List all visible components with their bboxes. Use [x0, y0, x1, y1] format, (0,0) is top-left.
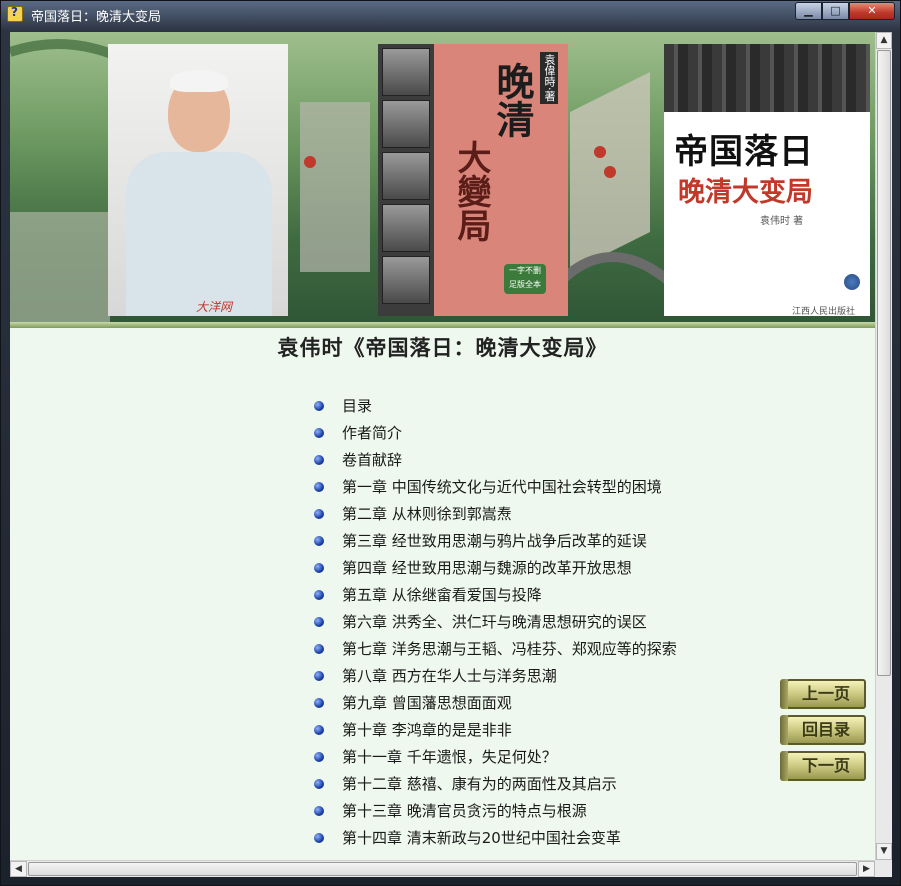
scroll-right-arrow-icon[interactable]: ▶: [858, 861, 875, 877]
book2-subtitle: 晚清大变局: [678, 177, 813, 208]
bullet-icon: [314, 481, 324, 492]
portrait-image: [382, 152, 430, 200]
next-page-button[interactable]: 下一页: [780, 751, 866, 781]
title-bar[interactable]: 帝国落日：晚清大变局 ▁ □ ✕: [1, 1, 900, 27]
toc-link[interactable]: 卷首献辞: [342, 449, 402, 470]
toc-link[interactable]: 第十一章 千年遗恨，失足何处？: [342, 746, 557, 767]
bullet-icon: [314, 751, 324, 762]
bullet-icon: [314, 697, 324, 708]
portrait-image: [382, 48, 430, 96]
person-hair-shape: [170, 70, 228, 92]
bullet-icon: [314, 400, 324, 411]
toc-item: 第三章 经世致用思潮与鸦片战争后改革的延误: [314, 527, 677, 554]
group-photo: [664, 44, 870, 112]
book2-title: 帝国落日: [674, 132, 814, 172]
portrait-image: [382, 204, 430, 252]
toc-link[interactable]: 目录: [342, 395, 372, 416]
portrait-image: [382, 100, 430, 148]
toc-link[interactable]: 第一章 中国传统文化与近代中国社会转型的困境: [342, 476, 662, 497]
toc-item: 第二章 从林则徐到郭嵩焘: [314, 500, 677, 527]
toc-link[interactable]: 第六章 洪秀全、洪仁玕与晚清思想研究的误区: [342, 611, 647, 632]
bullet-icon: [314, 832, 324, 843]
bullet-icon: [314, 805, 324, 816]
toc-item: 第一章 中国传统文化与近代中国社会转型的困境: [314, 473, 677, 500]
toc-link[interactable]: 第三章 经世致用思潮与鸦片战争后改革的延误: [342, 530, 647, 551]
toc-item: 第十二章 慈禧、康有为的两面性及其启示: [314, 770, 677, 797]
book1-author: 袁偉時·著: [540, 52, 558, 104]
book2-author: 袁伟时 著: [760, 216, 804, 227]
author-photo: 大洋网: [108, 44, 288, 316]
back-to-index-button[interactable]: 回目录: [780, 715, 866, 745]
book1-title-top: 晚清: [490, 62, 535, 138]
toc-item: 第十一章 千年遗恨，失足何处？: [314, 743, 677, 770]
toc-item: 第八章 西方在华人士与洋务思潮: [314, 662, 677, 689]
vertical-scroll-thumb[interactable]: [877, 50, 891, 676]
horizontal-scrollbar[interactable]: ◀ ▶: [10, 860, 875, 877]
book1-tag: 一字不删 足版全本: [504, 264, 546, 294]
scrollbar-corner: [875, 860, 892, 877]
page-title: 袁伟时《帝国落日：晚清大变局》: [277, 335, 608, 360]
toc-link[interactable]: 第十三章 晚清官员贪污的特点与根源: [342, 800, 587, 821]
toc-link[interactable]: 第十四章 清末新政与20世纪中国社会变革: [342, 827, 621, 848]
minimize-button[interactable]: ▁: [795, 2, 822, 20]
publisher-logo-icon: [844, 274, 860, 290]
toc-link[interactable]: 第七章 洋务思潮与王韬、冯桂芬、郑观应等的探索: [342, 638, 677, 659]
bullet-icon: [314, 670, 324, 681]
toc-link[interactable]: 第五章 从徐继畲看爱国与投降: [342, 584, 542, 605]
toc-link[interactable]: 第八章 西方在华人士与洋务思潮: [342, 665, 557, 686]
toc-item: 目录: [314, 392, 677, 419]
maximize-button[interactable]: □: [822, 2, 849, 20]
bullet-icon: [314, 778, 324, 789]
bullet-icon: [314, 562, 324, 573]
window-title: 帝国落日：晚清大变局: [31, 10, 162, 25]
document-view: 大洋网 晚清 大變局 袁偉時·著 一字不删 足版全本 帝国落日 晚清大变局 袁伟…: [10, 32, 892, 877]
horizontal-scroll-thumb[interactable]: [28, 862, 857, 876]
bullet-icon: [314, 535, 324, 546]
toc-link[interactable]: 第十二章 慈禧、康有为的两面性及其启示: [342, 773, 617, 794]
bullet-icon: [314, 643, 324, 654]
toc-link[interactable]: 第二章 从林则徐到郭嵩焘: [342, 503, 512, 524]
toc-item: 卷首献辞: [314, 446, 677, 473]
person-body-shape: [126, 152, 272, 316]
toc-link[interactable]: 第十章 李鸿章的是是非非: [342, 719, 512, 740]
book2-publisher: 江西人民出版社: [792, 307, 856, 316]
book1-title-bottom: 大變局: [451, 140, 491, 242]
table-of-contents: 目录 作者简介 卷首献辞 第一章 中国传统文化与近代中国社会转型的困境 第二章 …: [314, 392, 677, 851]
toc-link[interactable]: 第四章 经世致用思潮与魏源的改革开放思想: [342, 557, 632, 578]
vertical-scrollbar[interactable]: ▲ ▼: [875, 32, 892, 860]
toc-item: 作者简介: [314, 419, 677, 446]
portraits-strip: [378, 44, 434, 316]
toc-item: 第六章 洪秀全、洪仁玕与晚清思想研究的误区: [314, 608, 677, 635]
app-window: 帝国落日：晚清大变局 ▁ □ ✕ 大洋网: [0, 0, 901, 886]
bullet-icon: [314, 589, 324, 600]
bullet-icon: [314, 427, 324, 438]
scroll-up-arrow-icon[interactable]: ▲: [876, 32, 892, 49]
toc-item: 第九章 曾国藩思想面面观: [314, 689, 677, 716]
scroll-down-arrow-icon[interactable]: ▼: [876, 843, 892, 860]
banner-border: [10, 322, 875, 328]
toc-item: 第五章 从徐继畲看爱国与投降: [314, 581, 677, 608]
toc-item: 第四章 经世致用思潮与魏源的改革开放思想: [314, 554, 677, 581]
scroll-left-arrow-icon[interactable]: ◀: [10, 861, 27, 877]
bullet-icon: [314, 508, 324, 519]
bullet-icon: [314, 616, 324, 627]
caption-buttons: ▁ □ ✕: [795, 2, 895, 22]
bullet-icon: [314, 454, 324, 465]
close-button[interactable]: ✕: [849, 2, 895, 20]
toc-item: 第十三章 晚清官员贪污的特点与根源: [314, 797, 677, 824]
toc-link[interactable]: 第九章 曾国藩思想面面观: [342, 692, 512, 713]
photo-watermark: 大洋网: [196, 300, 233, 314]
portrait-image: [382, 256, 430, 304]
toc-item: 第十四章 清末新政与20世纪中国社会变革: [314, 824, 677, 851]
prev-page-button[interactable]: 上一页: [780, 679, 866, 709]
book-cover-2: 帝国落日 晚清大变局 袁伟时 著 江西人民出版社: [664, 44, 870, 316]
toc-link[interactable]: 作者简介: [342, 422, 402, 443]
bullet-icon: [314, 724, 324, 735]
toc-item: 第七章 洋务思潮与王韬、冯桂芬、郑观应等的探索: [314, 635, 677, 662]
book-cover-1: 晚清 大變局 袁偉時·著 一字不删 足版全本: [378, 44, 568, 316]
header-banner: 大洋网 晚清 大變局 袁偉時·著 一字不删 足版全本 帝国落日 晚清大变局 袁伟…: [10, 32, 875, 328]
help-file-icon: [7, 5, 23, 22]
toc-item: 第十章 李鸿章的是是非非: [314, 716, 677, 743]
